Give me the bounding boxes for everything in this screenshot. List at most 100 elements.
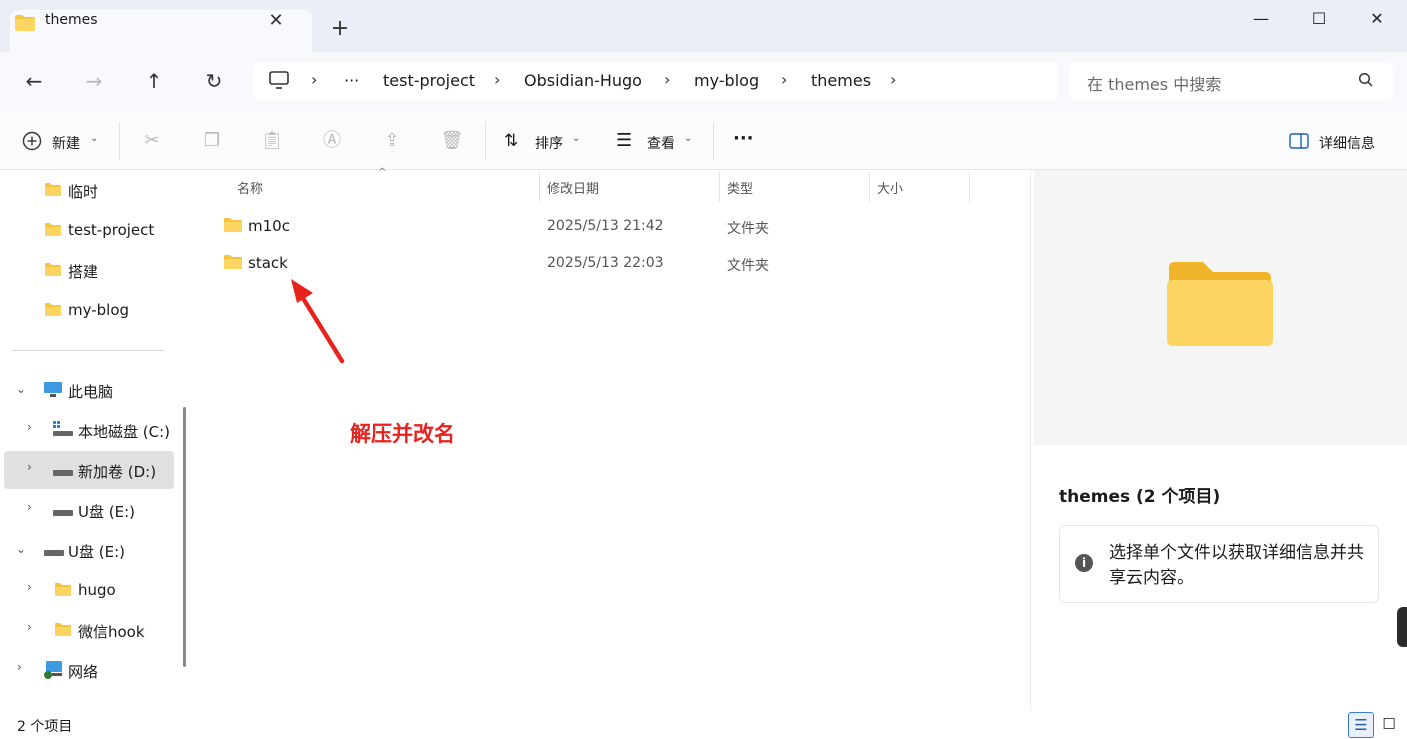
pane-divider[interactable] [1030, 170, 1031, 710]
details-button[interactable]: 详细信息 [1319, 133, 1375, 153]
view-list-icon[interactable]: ☰ [616, 130, 632, 151]
tab-title: themes [45, 12, 98, 28]
chevron-down-icon[interactable]: ⌄ [16, 542, 26, 556]
folder-icon [44, 222, 62, 241]
divider [485, 122, 486, 160]
sort-button[interactable]: 排序 [535, 133, 563, 153]
paste-icon[interactable]: 📋︎ [260, 130, 284, 154]
file-date: 2025/5/13 21:42 [547, 218, 664, 234]
refresh-icon[interactable]: ↻ [196, 64, 232, 100]
chevron-right-icon[interactable]: › [27, 620, 32, 634]
search-icon[interactable] [1358, 72, 1374, 92]
folder-icon [44, 302, 62, 321]
breadcrumb-themes[interactable]: themes [811, 71, 871, 90]
sidebar-scrollbar[interactable] [183, 407, 186, 667]
breadcrumb-my-blog[interactable]: my-blog [694, 71, 759, 90]
details-view-icon[interactable]: ☰ [1348, 712, 1374, 738]
new-button[interactable]: 新建 [52, 133, 80, 153]
chevron-right-icon[interactable]: › [27, 460, 32, 474]
delete-icon[interactable]: 🗑︎ [440, 130, 464, 154]
annotation-text: 解压并改名 [350, 422, 455, 446]
column-header-type[interactable]: 类型 [727, 178, 753, 197]
item-count: 2 个项目 [17, 719, 73, 735]
sidebar-item-label: U盘 (E:) [78, 503, 135, 521]
cut-icon[interactable]: ✂ [140, 130, 164, 154]
sidebar-item-label: 搭建 [68, 263, 99, 281]
view-button[interactable]: 查看 [647, 133, 675, 153]
breadcrumb-test-project[interactable]: test-project [383, 71, 475, 90]
column-header-date[interactable]: 修改日期 [547, 178, 599, 197]
sort-ascending-icon: ^ [378, 167, 387, 178]
address-bar[interactable] [253, 62, 1058, 100]
chevron-right-icon[interactable]: › [494, 70, 500, 89]
sidebar-item-label: 微信hook [78, 623, 145, 641]
sidebar-item-label: test-project [68, 221, 155, 239]
divider [119, 122, 120, 160]
maximize-button[interactable]: ☐ [1290, 0, 1348, 40]
column-divider[interactable] [719, 172, 720, 202]
back-arrow-icon[interactable]: ← [16, 64, 52, 100]
column-divider[interactable] [539, 172, 540, 202]
forward-arrow-icon[interactable]: → [76, 64, 112, 100]
close-tab-icon[interactable]: ✕ [262, 8, 290, 36]
file-type: 文件夹 [727, 258, 769, 274]
chevron-right-icon[interactable]: › [664, 70, 670, 89]
sidebar-item-label: 本地磁盘 (C:) [78, 423, 170, 441]
sidebar-item-label: 新加卷 (D:) [78, 463, 157, 481]
folder-icon [44, 262, 62, 281]
copy-icon[interactable]: ❐ [200, 130, 224, 154]
chevron-down-icon[interactable]: ⌄ [16, 382, 26, 396]
chevron-down-icon[interactable]: ⌄ [90, 133, 98, 144]
new-plus-icon[interactable] [22, 131, 42, 155]
up-arrow-icon[interactable]: ↑ [136, 64, 172, 100]
side-edge-handle[interactable] [1397, 607, 1407, 647]
folder-icon [223, 254, 243, 274]
sort-icon[interactable]: ⇅ [504, 131, 518, 151]
chevron-right-icon[interactable]: › [890, 70, 896, 89]
search-placeholder: 在 themes 中搜索 [1087, 75, 1222, 94]
chevron-right-icon[interactable]: › [311, 70, 317, 89]
more-options-icon[interactable]: ··· [733, 128, 754, 149]
chevron-right-icon[interactable]: › [27, 420, 32, 434]
details-pane-icon[interactable] [1289, 133, 1309, 153]
breadcrumb-overflow[interactable]: ··· [344, 71, 359, 90]
chevron-right-icon[interactable]: › [27, 580, 32, 594]
close-window-button[interactable]: ✕ [1348, 0, 1406, 40]
computer-icon[interactable] [268, 70, 290, 94]
column-divider[interactable] [869, 172, 870, 202]
sidebar-divider [12, 350, 164, 351]
chevron-right-icon[interactable]: › [27, 500, 32, 514]
status-bar [0, 710, 1407, 739]
info-message: 选择单个文件以获取详细信息并共享云内容。 [1109, 543, 1364, 588]
chevron-down-icon[interactable]: ⌄ [684, 133, 692, 144]
large-icons-view-icon[interactable]: ☐ [1376, 712, 1402, 738]
breadcrumb-obsidian-hugo[interactable]: Obsidian-Hugo [524, 71, 642, 90]
minimize-button[interactable]: — [1232, 0, 1290, 40]
sidebar-item-label: hugo [78, 581, 116, 599]
chevron-right-icon[interactable]: › [17, 660, 22, 674]
folder-icon [44, 182, 62, 201]
large-folder-icon [1165, 260, 1275, 352]
info-icon: i [1075, 554, 1093, 572]
folder-icon [54, 582, 72, 601]
folder-icon [14, 14, 36, 36]
drive-icon [52, 505, 74, 521]
file-name[interactable]: m10c [248, 217, 290, 235]
rename-icon[interactable]: Ⓐ [320, 130, 344, 154]
chevron-right-icon[interactable]: › [781, 70, 787, 89]
new-tab-button[interactable]: + [326, 16, 354, 44]
column-header-name[interactable]: 名称 [237, 178, 263, 197]
sidebar-item-label: 临时 [68, 183, 99, 201]
share-icon[interactable]: ⇪ [380, 130, 404, 154]
chevron-down-icon[interactable]: ⌄ [572, 133, 580, 144]
file-date: 2025/5/13 22:03 [547, 255, 664, 271]
divider [713, 122, 714, 160]
windows-drive-icon [52, 420, 74, 442]
folder-icon [54, 622, 72, 641]
folder-icon [223, 217, 243, 237]
file-name[interactable]: stack [248, 254, 288, 272]
column-divider[interactable] [969, 172, 970, 202]
sidebar-item-label: U盘 (E:) [68, 543, 125, 561]
file-type: 文件夹 [727, 221, 769, 237]
column-header-size[interactable]: 大小 [877, 178, 903, 197]
